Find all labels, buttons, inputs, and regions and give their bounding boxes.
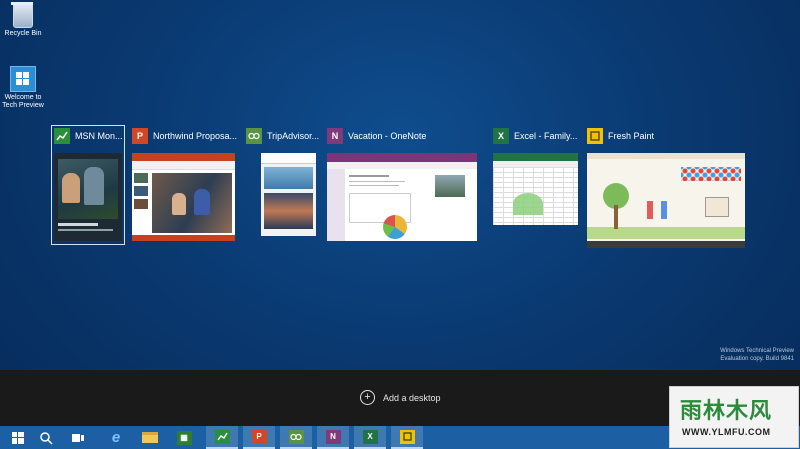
add-desktop-button[interactable]: + Add a desktop	[360, 390, 441, 405]
window-title-bar: P Northwind Proposa...	[132, 128, 237, 144]
search-icon	[40, 431, 53, 445]
window-title-bar: X Excel - Family...	[493, 128, 577, 144]
window-title-bar: MSN Mon...	[54, 128, 123, 144]
plus-icon: +	[360, 390, 375, 405]
windows-logo-icon	[10, 66, 36, 92]
store-button[interactable]: ▦	[168, 426, 200, 449]
window-title-bar: N Vacation - OneNote	[327, 128, 426, 144]
fresh-paint-icon	[399, 429, 415, 444]
onenote-icon: N	[327, 128, 343, 144]
brand-name: 雨林木风	[680, 399, 773, 424]
internet-explorer-icon: e	[111, 429, 121, 446]
desktop: Recycle Bin Welcome to Tech Preview MSN …	[0, 0, 800, 370]
folder-icon	[142, 432, 158, 443]
window-title: MSN Mon...	[75, 131, 123, 141]
build-watermark: Windows Technical Preview Evaluation cop…	[720, 347, 794, 363]
add-desktop-label: Add a desktop	[383, 392, 441, 403]
task-window-excel-family[interactable]: X Excel - Family...	[493, 128, 578, 242]
brand-url: WWW.YLMFU.COM	[682, 427, 771, 437]
window-title: TripAdvisor...	[267, 131, 320, 141]
task-window-fresh-paint[interactable]: Fresh Paint	[587, 128, 745, 250]
internet-explorer-button[interactable]: e	[100, 426, 132, 449]
taskbar-tripadvisor[interactable]	[280, 426, 312, 449]
taskbar-fresh-paint[interactable]	[391, 426, 423, 449]
taskbar-powerpoint[interactable]: P	[243, 426, 275, 449]
tripadvisor-icon	[246, 128, 262, 144]
recycle-bin-shortcut[interactable]: Recycle Bin	[0, 2, 46, 38]
welcome-label: Welcome to Tech Preview	[2, 94, 44, 109]
window-thumbnail	[261, 153, 316, 236]
onenote-icon: N	[325, 429, 341, 444]
welcome-tech-preview-shortcut[interactable]: Welcome to Tech Preview	[0, 66, 46, 110]
excel-icon: X	[493, 128, 509, 144]
tripadvisor-icon	[288, 429, 304, 444]
window-title-bar: TripAdvisor...	[246, 128, 319, 144]
window-thumbnail	[132, 153, 235, 241]
site-watermark-logo: 雨林木风 WWW.YLMFU.COM	[669, 386, 799, 448]
powerpoint-icon: P	[251, 429, 267, 444]
search-button[interactable]	[30, 426, 62, 449]
task-window-vacation-onenote[interactable]: N Vacation - OneNote	[327, 128, 477, 242]
task-window-northwind-powerpoint[interactable]: P Northwind Proposa...	[132, 128, 237, 242]
window-title-bar: Fresh Paint	[587, 128, 654, 144]
watermark-line-2: Evaluation copy. Build 9841	[720, 356, 794, 362]
recycle-bin-label: Recycle Bin	[4, 30, 42, 37]
task-window-tripadvisor[interactable]: TripAdvisor...	[246, 128, 319, 242]
windows-logo-icon	[12, 431, 24, 444]
fresh-paint-icon	[587, 128, 603, 144]
file-explorer-button[interactable]	[134, 426, 166, 449]
window-thumbnail	[327, 153, 477, 241]
money-chart-icon	[214, 429, 230, 444]
taskbar-onenote[interactable]: N	[317, 426, 349, 449]
money-chart-icon	[54, 128, 70, 144]
window-thumbnail	[493, 153, 578, 225]
taskbar-msn-money[interactable]	[206, 426, 238, 449]
recycle-bin-icon	[11, 2, 33, 28]
task-window-msn-money[interactable]: MSN Mon...	[51, 125, 125, 245]
window-title: Vacation - OneNote	[348, 131, 427, 141]
window-thumbnail	[54, 153, 122, 241]
store-icon: ▦	[176, 430, 192, 445]
window-title: Northwind Proposa...	[153, 131, 238, 141]
taskbar-excel[interactable]: X	[354, 426, 386, 449]
window-title: Excel - Family...	[514, 131, 578, 141]
task-view-icon	[72, 433, 84, 442]
powerpoint-icon: P	[132, 128, 148, 144]
watermark-line-1: Windows Technical Preview	[720, 348, 794, 354]
window-title: Fresh Paint	[608, 131, 655, 141]
window-thumbnail	[587, 153, 745, 248]
excel-icon: X	[362, 429, 378, 444]
task-view-button[interactable]	[62, 426, 94, 449]
